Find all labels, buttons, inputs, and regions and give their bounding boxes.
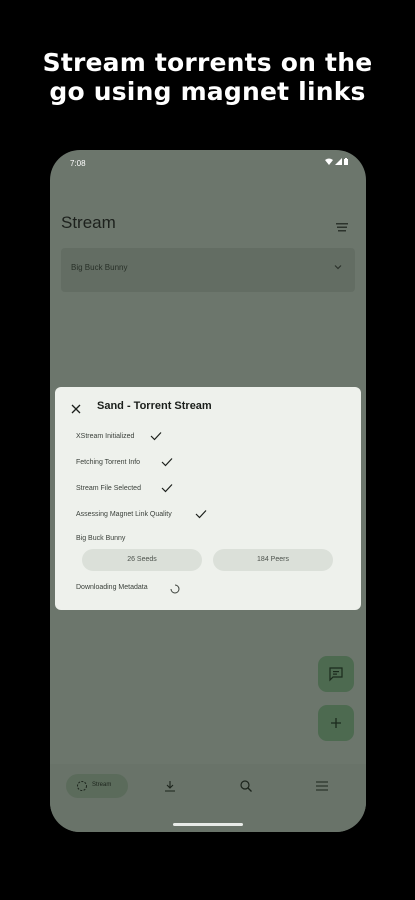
status-bar: 7:08 [50,150,366,178]
nav-item-downloads[interactable] [160,774,180,798]
phone-frame: 7:08 Stream Big Buck Bunny Sand - Torren… [50,150,366,832]
sort-icon[interactable] [336,222,348,232]
peers-chip: 184 Peers [213,549,333,571]
wifi-icon [325,158,333,165]
step-label: XStream Initialized [76,433,135,440]
check-icon [195,510,207,519]
torrent-name: Big Buck Bunny [76,535,126,542]
headline-line-2: go using magnet links [49,77,366,106]
page-title: Stream [61,213,116,232]
step-label: Assessing Magnet Link Quality [76,511,172,518]
details-fab[interactable] [318,656,354,692]
step-label: Fetching Torrent Info [76,459,141,466]
check-icon [161,484,173,493]
bottom-navigation: Stream [50,764,366,832]
headline-line-1: Stream torrents on the [42,48,373,77]
current-step-label: Downloading Metadata [76,584,148,591]
check-icon [150,432,162,441]
step-label: Stream File Selected [76,485,141,492]
download-icon [165,781,175,792]
close-icon[interactable] [70,403,82,415]
stream-dialog: Sand - Torrent Stream XStream Initialize… [55,387,361,610]
dialog-title: Sand - Torrent Stream [97,400,212,412]
nav-item-menu[interactable] [312,774,332,798]
dropdown-selected: Big Buck Bunny [71,263,128,272]
chat-icon [329,667,343,682]
check-icon [161,458,173,467]
signal-icon [335,158,342,165]
battery-icon [344,158,348,165]
status-time: 7:08 [70,159,86,168]
nav-item-stream[interactable]: Stream [66,774,128,798]
stream-icon [77,781,87,791]
promo-headline: Stream torrents on the go using magnet l… [0,48,415,106]
nav-label-stream: Stream [92,782,112,788]
add-fab[interactable] [318,705,354,741]
torrent-dropdown[interactable]: Big Buck Bunny [61,248,355,292]
menu-icon [316,781,328,791]
chevron-down-icon [334,265,342,270]
loading-spinner-icon [170,584,180,594]
home-indicator [173,823,243,826]
search-icon [240,780,252,792]
seeds-chip: 26 Seeds [82,549,202,571]
plus-icon [331,718,341,728]
nav-item-search[interactable] [236,774,256,798]
